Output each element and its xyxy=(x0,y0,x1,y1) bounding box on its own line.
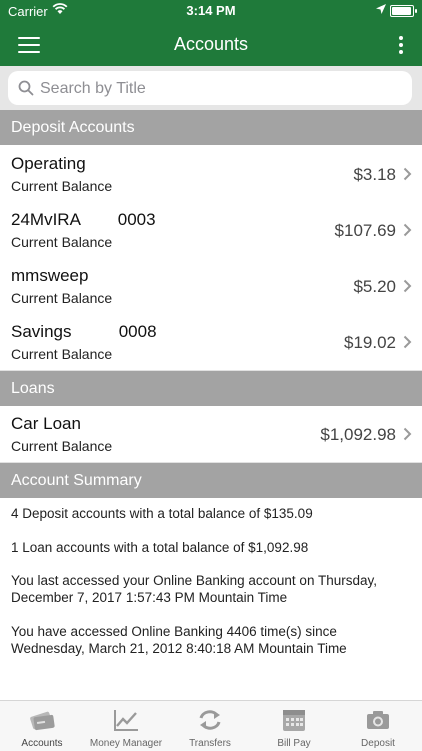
account-row-savings[interactable]: Savings 0008 Current Balance $19.02 xyxy=(0,314,422,371)
calendar-icon xyxy=(283,710,305,731)
more-vertical-icon[interactable] xyxy=(396,34,406,56)
camera-icon xyxy=(367,711,389,729)
section-title: Account Summary xyxy=(11,472,142,489)
account-row-mmsweep[interactable]: mmsweep Current Balance $5.20 xyxy=(0,258,422,315)
account-name: 24MvIRA 0003 xyxy=(11,210,156,229)
account-name: mmsweep xyxy=(11,266,89,285)
status-bar: Carrier 3:14 PM xyxy=(0,0,422,22)
summary-access-count: You have accessed Online Banking 4406 ti… xyxy=(11,624,347,656)
search-field xyxy=(8,71,412,105)
tab-money-manager[interactable]: Money Manager xyxy=(84,701,168,751)
chevron-right-icon xyxy=(403,223,412,237)
account-amount: $5.20 xyxy=(353,277,396,296)
page-title: Accounts xyxy=(173,34,249,54)
tab-bar: Accounts Money Manager Transfers Bill Pa… xyxy=(0,700,422,751)
account-amount: $1,092.98 xyxy=(320,425,396,444)
tab-accounts[interactable]: Accounts xyxy=(0,701,84,751)
tab-label: Bill Pay xyxy=(277,738,311,749)
summary-loan-total: 1 Loan accounts with a total balance of … xyxy=(11,540,309,555)
battery-icon xyxy=(390,5,417,17)
account-balance-label: Current Balance xyxy=(11,234,113,250)
tab-label: Deposit xyxy=(361,738,395,749)
search-bar xyxy=(0,66,422,110)
section-header-summary: Account Summary xyxy=(0,463,422,498)
account-amount: $107.69 xyxy=(334,221,396,240)
section-title: Loans xyxy=(11,380,55,397)
search-icon xyxy=(18,80,34,96)
account-name: Operating xyxy=(11,154,86,173)
tab-label: Transfers xyxy=(189,738,231,749)
section-header-deposit: Deposit Accounts xyxy=(0,110,422,145)
section-header-loans: Loans xyxy=(0,371,422,406)
account-balance-label: Current Balance xyxy=(11,178,113,194)
account-amount: $19.02 xyxy=(344,333,396,352)
chevron-right-icon xyxy=(403,279,412,293)
chevron-right-icon xyxy=(403,427,412,441)
account-amount: $3.18 xyxy=(353,165,396,184)
account-balance-label: Current Balance xyxy=(11,438,113,454)
chevron-right-icon xyxy=(403,167,412,181)
tab-transfers[interactable]: Transfers xyxy=(168,701,252,751)
top-bar: Carrier 3:14 PM Accounts xyxy=(0,0,422,66)
account-row-operating[interactable]: Operating Current Balance $3.18 xyxy=(0,146,422,203)
tab-label: Money Manager xyxy=(89,738,163,749)
account-name: Savings 0008 xyxy=(11,322,157,341)
location-arrow-icon xyxy=(376,4,386,14)
tab-bill-pay[interactable]: Bill Pay xyxy=(252,701,336,751)
tab-deposit[interactable]: Deposit xyxy=(336,701,420,751)
nav-bar: Accounts xyxy=(0,22,422,66)
summary-deposit-total: 4 Deposit accounts with a total balance … xyxy=(11,506,313,521)
account-row-car-loan[interactable]: Car Loan Current Balance $1,092.98 xyxy=(0,406,422,463)
tab-label: Accounts xyxy=(21,738,63,749)
search-input[interactable] xyxy=(38,76,402,102)
section-title: Deposit Accounts xyxy=(11,119,135,136)
account-balance-label: Current Balance xyxy=(11,346,113,362)
accounts-card-icon xyxy=(30,711,55,731)
status-time: 3:14 PM xyxy=(186,3,236,18)
chart-line-icon xyxy=(114,710,138,731)
account-balance-label: Current Balance xyxy=(11,290,113,306)
account-name: Car Loan xyxy=(11,414,81,433)
transfer-arrows-icon xyxy=(199,710,221,730)
account-row-24mvira[interactable]: 24MvIRA 0003 Current Balance $107.69 xyxy=(0,202,422,259)
summary-last-access: You last accessed your Online Banking ac… xyxy=(11,573,377,605)
chevron-right-icon xyxy=(403,335,412,349)
